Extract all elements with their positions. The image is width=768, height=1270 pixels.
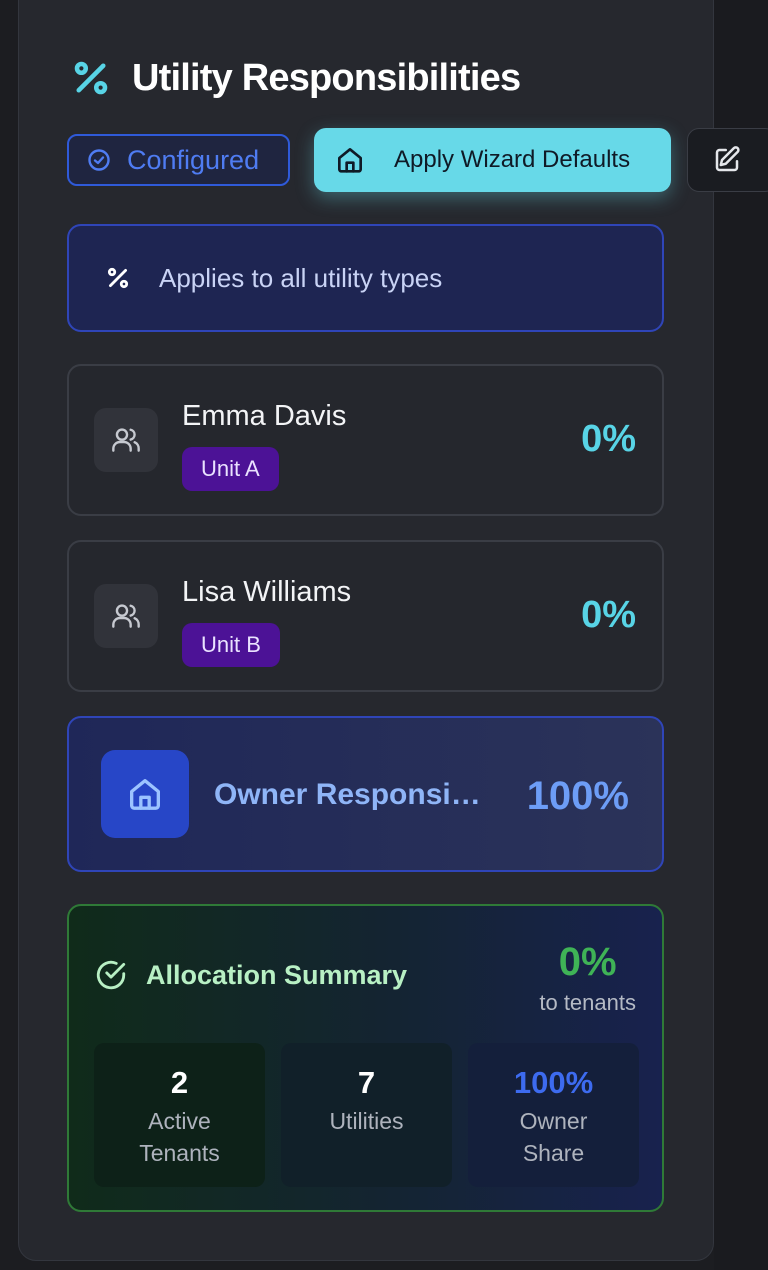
- users-icon: [112, 604, 140, 628]
- home-icon: [130, 779, 160, 810]
- owner-label: Owner Responsibility: [214, 778, 494, 811]
- stat-active-tenants: 2 Active Tenants: [94, 1043, 265, 1187]
- tenant-percentage: 0%: [581, 418, 636, 460]
- percent-icon: [74, 61, 108, 95]
- summary-title: Allocation Summary: [146, 959, 408, 990]
- panel-header: Utility Responsibilities: [70, 55, 521, 101]
- stat-label: Active Tenants: [139, 1108, 220, 1166]
- stat-value: 100%: [513, 1065, 594, 1100]
- tenant-percentage-summary: 0% to tenants: [539, 938, 636, 1016]
- owner-percentage: 100%: [526, 774, 629, 818]
- tenant-name: Emma Davis: [182, 400, 347, 432]
- tenant-avatar: [94, 408, 158, 472]
- check-circle-icon: [88, 149, 110, 171]
- summary-header: Allocation Summary: [94, 958, 407, 992]
- unit-badge: Unit A: [182, 447, 279, 491]
- info-banner: Applies to all utility types: [67, 224, 664, 332]
- stat-label: Utilities: [329, 1108, 404, 1134]
- configured-badge: Configured: [67, 134, 290, 186]
- apply-wizard-defaults-button[interactable]: Apply Wizard Defaults: [314, 128, 671, 192]
- stat-value: 7: [357, 1065, 376, 1100]
- owner-responsibility-card[interactable]: Owner Responsibility 100%: [67, 716, 664, 872]
- configured-label: Configured: [127, 144, 260, 175]
- tenant-percentage-label: to tenants: [539, 990, 636, 1015]
- check-circle-icon: [96, 960, 126, 990]
- stat-value: 2: [170, 1065, 189, 1100]
- allocation-summary: Allocation Summary 0% to tenants 2 Activ…: [67, 904, 664, 1212]
- tenant-card[interactable]: Lisa Williams Unit B 0%: [67, 540, 664, 692]
- unit-badge: Unit B: [182, 623, 280, 667]
- tenant-percentage: 0%: [581, 594, 636, 636]
- info-text: Applies to all utility types: [159, 262, 443, 293]
- tenant-percentage-value: 0%: [558, 940, 617, 984]
- page-title: Utility Responsibilities: [132, 56, 521, 99]
- edit-button[interactable]: [687, 128, 768, 192]
- tenant-card[interactable]: Emma Davis Unit A 0%: [67, 364, 664, 516]
- percent-icon: [107, 267, 129, 289]
- edit-icon: [715, 146, 740, 172]
- apply-wizard-defaults-label: Apply Wizard Defaults: [394, 146, 631, 173]
- users-icon: [112, 428, 140, 452]
- stat-utilities: 7 Utilities: [281, 1043, 452, 1187]
- stat-owner-share: 100% Owner Share: [468, 1043, 639, 1187]
- home-icon: [338, 148, 362, 173]
- owner-icon-tile: [101, 750, 189, 838]
- stat-label: Owner Share: [519, 1108, 588, 1166]
- tenant-avatar: [94, 584, 158, 648]
- tenant-name: Lisa Williams: [182, 576, 352, 608]
